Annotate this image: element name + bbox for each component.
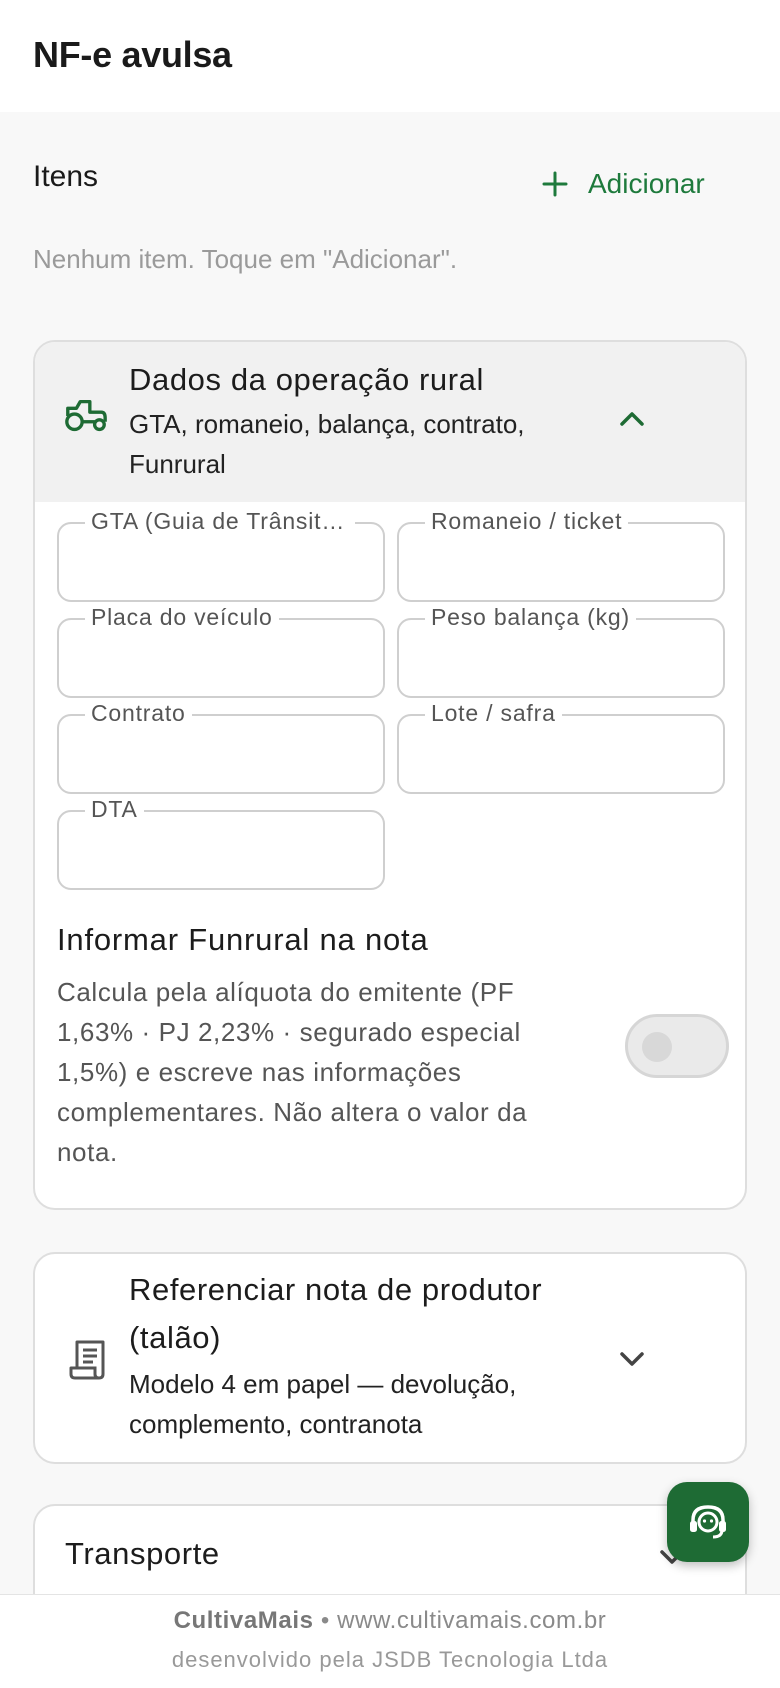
transport-title: Transporte <box>65 1536 220 1571</box>
support-agent-icon <box>690 1505 726 1539</box>
placa-field[interactable]: Placa do veículo <box>57 604 385 698</box>
dta-field-label: DTA <box>85 796 144 823</box>
funrural-toggle[interactable] <box>625 1014 729 1078</box>
producer-note-title: Referenciar nota de produtor (talão) <box>129 1272 543 1355</box>
peso-field-label: Peso balança (kg) <box>425 604 636 631</box>
page-title: NF-e avulsa <box>33 34 232 75</box>
add-item-button[interactable]: Adicionar <box>540 158 740 210</box>
funrural-description: Calcula pela alíquota do emitente (PF 1,… <box>57 977 528 1167</box>
contrato-field-label: Contrato <box>85 700 192 727</box>
rural-operation-header[interactable]: Dados da operação rural GTA, romaneio, b… <box>35 342 745 502</box>
chevron-down-icon[interactable] <box>615 1342 649 1376</box>
romaneio-field-label: Romaneio / ticket <box>425 508 629 535</box>
footer-credit: desenvolvido pela JSDB Tecnologia Ltda <box>171 1647 609 1672</box>
dta-field[interactable]: DTA <box>57 796 385 890</box>
gta-field[interactable]: GTA (Guia de Trânsito Animal) <box>57 508 385 602</box>
producer-note-reference-card[interactable]: Referenciar nota de produtor (talão) Mod… <box>33 1252 747 1464</box>
lote-field[interactable]: Lote / safra <box>397 700 725 794</box>
rural-operation-card: Dados da operação rural GTA, romaneio, b… <box>33 340 747 1210</box>
lote-field-label: Lote / safra <box>425 700 562 727</box>
contrato-field[interactable]: Contrato <box>57 700 385 794</box>
chevron-up-icon[interactable] <box>615 402 649 436</box>
rural-operation-subtitle: GTA, romaneio, balança, contrato, Funrur… <box>129 409 525 479</box>
add-item-label: Adicionar <box>588 168 705 199</box>
plus-icon <box>542 171 568 197</box>
romaneio-field[interactable]: Romaneio / ticket <box>397 508 725 602</box>
footer-separator: • <box>320 1607 330 1634</box>
app-bar: NF-e avulsa <box>0 0 780 112</box>
funrural-title: Informar Funrural na nota <box>57 922 429 957</box>
tractor-icon <box>65 399 107 432</box>
rural-operation-title: Dados da operação rural <box>129 362 485 397</box>
footer-brand: CultivaMais <box>173 1607 314 1634</box>
footer: CultivaMais • www.cultivamais.com.br des… <box>0 1594 780 1688</box>
footer-url[interactable]: www.cultivamais.com.br <box>337 1607 606 1634</box>
support-fab[interactable] <box>667 1482 749 1562</box>
peso-field[interactable]: Peso balança (kg) <box>397 604 725 698</box>
toggle-knob <box>642 1032 672 1062</box>
items-section-title: Itens <box>33 160 99 193</box>
producer-note-subtitle: Modelo 4 em papel — devolução, complemen… <box>129 1369 517 1439</box>
receipt-icon <box>69 1340 105 1380</box>
gta-field-label: GTA (Guia de Trânsito Animal) <box>85 508 355 535</box>
items-empty-hint: Nenhum item. Toque em "Adicionar". <box>33 244 458 274</box>
footer-line-brand: CultivaMais • www.cultivamais.com.br <box>0 1607 780 1635</box>
placa-field-label: Placa do veículo <box>85 604 279 631</box>
